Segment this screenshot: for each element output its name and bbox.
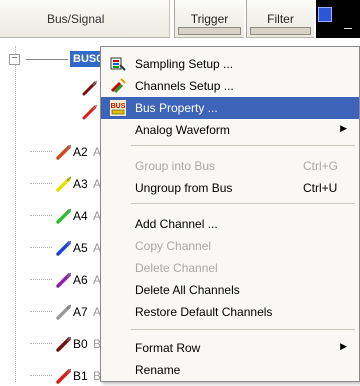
waveform-line bbox=[344, 28, 352, 29]
filter-header-button[interactable] bbox=[250, 27, 311, 35]
menu-item-shortcut: Ctrl+G bbox=[303, 159, 339, 173]
menu-item-format-row[interactable]: Format Row ▶ bbox=[101, 337, 359, 359]
menu-item-label: Restore Default Channels bbox=[135, 305, 273, 319]
channel-name: A7 bbox=[73, 305, 88, 319]
trigger-header-button[interactable] bbox=[178, 27, 241, 35]
tree-branch-line bbox=[30, 183, 52, 184]
channel-name: A2 bbox=[73, 145, 88, 159]
menu-separator bbox=[131, 203, 355, 204]
menu-separator bbox=[131, 329, 355, 330]
menu-item-label: Add Channel ... bbox=[135, 217, 218, 231]
menu-item-sampling-setup[interactable]: Sampling Setup ... bbox=[101, 53, 359, 75]
submenu-arrow-icon: ▶ bbox=[340, 123, 347, 133]
channel-name: A3 bbox=[73, 177, 88, 191]
tree-guide-line bbox=[15, 46, 16, 382]
probe-icon bbox=[56, 240, 72, 256]
menu-item-copy-channel[interactable]: Copy Channel bbox=[101, 235, 359, 257]
trigger-header-label: Trigger bbox=[190, 12, 229, 26]
filter-header-label: Filter bbox=[267, 12, 294, 26]
menu-item-label: Ungroup from Bus bbox=[135, 181, 233, 195]
tree-branch-line bbox=[30, 151, 52, 152]
menu-item-rename[interactable]: Rename bbox=[101, 359, 359, 381]
channels-setup-icon bbox=[110, 78, 126, 94]
probe-icon bbox=[82, 104, 98, 120]
menu-item-ungroup-from-bus[interactable]: Ungroup from Bus Ctrl+U bbox=[101, 177, 359, 199]
tree-branch-line bbox=[30, 279, 52, 280]
menu-item-bus-property[interactable]: BUS Bus Property ... bbox=[101, 97, 359, 119]
trigger-column-header[interactable]: Trigger bbox=[174, 0, 244, 38]
menu-item-delete-channel[interactable]: Delete Channel bbox=[101, 257, 359, 279]
bus-icon-text: BUS bbox=[111, 103, 126, 110]
probe-icon bbox=[56, 304, 72, 320]
menu-item-label: Delete All Channels bbox=[135, 283, 240, 297]
waveform-area[interactable] bbox=[316, 0, 360, 38]
probe-icon bbox=[56, 144, 72, 160]
bus-property-icon: BUS bbox=[110, 100, 126, 116]
context-menu: Sampling Setup ... Channels Setup ... BU… bbox=[100, 46, 360, 382]
channel-name: A5 bbox=[73, 241, 88, 255]
submenu-arrow-icon: ▶ bbox=[340, 341, 347, 351]
menu-item-group-into-bus[interactable]: Group into Bus Ctrl+G bbox=[101, 155, 359, 177]
menu-item-shortcut: Ctrl+U bbox=[303, 181, 338, 195]
menu-item-restore-default-channels[interactable]: Restore Default Channels bbox=[101, 301, 359, 323]
menu-item-add-channel[interactable]: Add Channel ... bbox=[101, 213, 359, 235]
probe-icon bbox=[56, 336, 72, 352]
tree-branch-line bbox=[30, 247, 52, 248]
menu-separator bbox=[131, 145, 355, 146]
menu-item-delete-all-channels[interactable]: Delete All Channels bbox=[101, 279, 359, 301]
menu-item-label: Group into Bus bbox=[135, 159, 216, 173]
menu-item-label: Sampling Setup ... bbox=[135, 57, 234, 71]
tree-branch-line bbox=[30, 375, 52, 376]
probe-icon bbox=[56, 176, 72, 192]
sampling-setup-icon bbox=[110, 57, 126, 71]
menu-item-label: Copy Channel bbox=[135, 239, 212, 253]
filter-column-header[interactable]: Filter bbox=[246, 0, 314, 38]
tree-branch-line bbox=[30, 215, 52, 216]
probe-icon bbox=[56, 208, 72, 224]
menu-item-analog-waveform[interactable]: Analog Waveform ▶ bbox=[101, 119, 359, 141]
menu-item-label: Bus Property ... bbox=[135, 101, 218, 115]
waveform-marker-icon[interactable] bbox=[318, 7, 332, 22]
menu-item-channels-setup[interactable]: Channels Setup ... bbox=[101, 75, 359, 97]
menu-item-label: Delete Channel bbox=[135, 261, 218, 275]
collapse-toggle-icon[interactable]: − bbox=[9, 54, 20, 65]
tree-branch-line bbox=[30, 311, 52, 312]
tree-branch-line bbox=[30, 343, 52, 344]
channel-name: B0 bbox=[73, 337, 88, 351]
bus-signal-header-label: Bus/Signal bbox=[47, 12, 105, 26]
channel-name: A4 bbox=[73, 209, 88, 223]
probe-icon bbox=[82, 80, 98, 96]
menu-item-label: Format Row bbox=[135, 341, 201, 355]
channel-name: B1 bbox=[73, 369, 88, 383]
probe-icon bbox=[56, 272, 72, 288]
bus-signal-column-header[interactable]: Bus/Signal bbox=[0, 0, 170, 38]
tree-branch-line bbox=[26, 59, 68, 60]
channel-name: A6 bbox=[73, 273, 88, 287]
menu-item-label: Analog Waveform bbox=[135, 123, 230, 137]
menu-item-label: Rename bbox=[135, 363, 181, 377]
menu-item-label: Channels Setup ... bbox=[135, 79, 234, 93]
